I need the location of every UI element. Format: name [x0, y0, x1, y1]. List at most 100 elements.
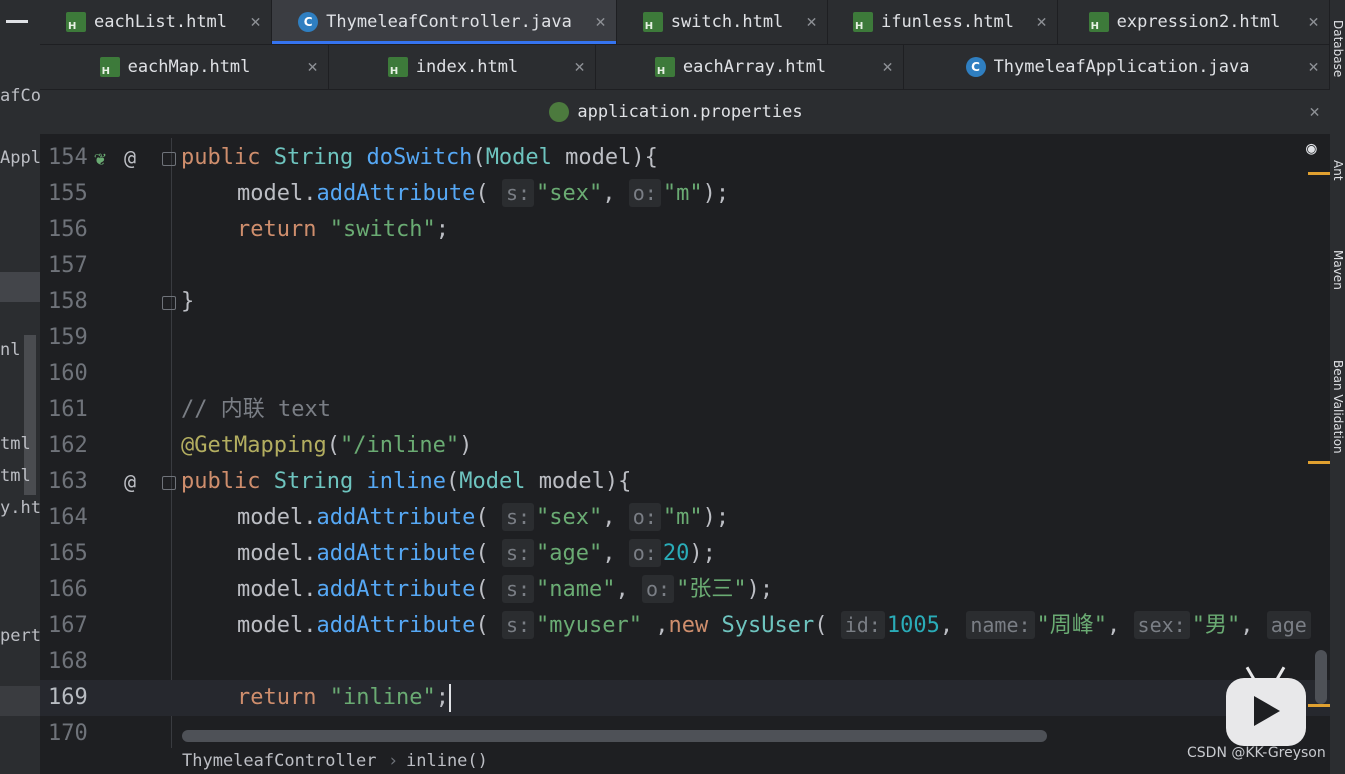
line-number: 170 [48, 721, 88, 746]
close-icon[interactable]: × [595, 12, 606, 33]
line-number: 169 [48, 685, 88, 710]
html-file-icon [65, 12, 86, 32]
current-code-line[interactable]: 169 return "inline"; [40, 680, 1330, 716]
close-icon[interactable]: × [250, 12, 261, 33]
vertical-scrollbar[interactable] [1315, 650, 1327, 704]
breadcrumb-separator: › [388, 751, 399, 771]
line-number: 162 [48, 433, 88, 458]
param-hint: o: [628, 503, 661, 531]
tab-thymeleafcontroller[interactable]: C ThymeleafController.java × [272, 0, 617, 44]
line-number: 155 [48, 181, 88, 206]
fold-icon[interactable] [162, 152, 176, 166]
tool-window-database[interactable]: Database [1330, 20, 1345, 77]
right-tool-window-strip: Database Ant Maven Bean Validation [1330, 0, 1345, 774]
code-line[interactable]: 164 model.addAttribute( s: "sex", o: "m"); [40, 500, 1330, 536]
project-tree-item[interactable]: y.htm [0, 498, 40, 518]
code-line[interactable]: 167 model.addAttribute( s: "myuser" ,new … [40, 608, 1330, 644]
close-icon[interactable]: × [806, 12, 817, 33]
close-icon[interactable]: × [1309, 102, 1320, 123]
close-icon[interactable]: × [882, 57, 893, 78]
param-hint: s: [501, 503, 535, 531]
close-icon[interactable]: × [574, 57, 585, 78]
reader-mode-eye-icon[interactable]: ◉ [1306, 138, 1317, 159]
tab-index[interactable]: index.html × [329, 45, 596, 89]
menu-icon[interactable] [6, 20, 28, 23]
code-line[interactable]: 162 @GetMapping("/inline") [40, 428, 1330, 464]
spring-app-icon: C [965, 57, 986, 77]
code-line[interactable]: 163 @ public String inline(Model model){ [40, 464, 1330, 500]
html-file-icon [387, 57, 408, 77]
close-icon[interactable]: × [1036, 12, 1047, 33]
close-icon[interactable]: × [1308, 12, 1319, 33]
project-tree-item[interactable]: afCo [0, 86, 40, 106]
code-line[interactable]: 168 [40, 644, 1330, 680]
code-line[interactable]: 154 ❦ @ public String doSwitch(Model mod… [40, 140, 1330, 176]
tab-label: eachMap.html [127, 57, 251, 77]
code-line[interactable]: 165 model.addAttribute( s: "age", o: 20); [40, 536, 1330, 572]
code-line[interactable]: 161 // 内联 text [40, 392, 1330, 428]
code-line[interactable]: 155 model.addAttribute( s: "sex", o: "m"); [40, 176, 1330, 212]
project-tree-highlight-row[interactable] [0, 686, 40, 716]
warning-marker[interactable] [1308, 461, 1330, 464]
tab-eachlist[interactable]: eachList.html × [40, 0, 272, 44]
code-text: model.addAttribute( s: "sex", o: "m"); [237, 503, 730, 531]
fold-icon[interactable] [162, 296, 176, 310]
text-caret [448, 684, 451, 712]
tab-switch[interactable]: switch.html × [617, 0, 828, 44]
java-class-icon: C [298, 12, 319, 32]
code-editor[interactable]: 154 ❦ @ public String doSwitch(Model mod… [40, 138, 1330, 748]
fold-icon[interactable] [162, 476, 176, 490]
tab-label: eachArray.html [682, 57, 827, 77]
param-hint: o: [628, 539, 661, 567]
project-tree-item[interactable]: pert [0, 626, 40, 646]
project-panel-strip[interactable]: afCo Appli nl tml tml y.htm pert [0, 0, 40, 774]
code-line[interactable]: 159 [40, 320, 1330, 356]
param-hint: o: [642, 575, 675, 603]
param-hint: o: [628, 179, 661, 207]
breadcrumb-method[interactable]: inline() [406, 748, 488, 774]
horizontal-scrollbar[interactable] [182, 730, 1047, 742]
code-line[interactable]: 157 [40, 248, 1330, 284]
code-line[interactable]: 160 [40, 356, 1330, 392]
watermark: CSDN @KK-Greyson [1187, 745, 1326, 761]
code-line[interactable]: 166 model.addAttribute( s: "name", o: "张三"… [40, 572, 1330, 608]
project-tree-item[interactable]: Appli [0, 148, 40, 168]
line-number: 158 [48, 289, 88, 314]
code-comment: // 内联 text [181, 397, 331, 422]
editor-tab-bar: eachList.html × C ThymeleafController.ja… [40, 0, 1330, 135]
play-icon [1254, 696, 1280, 726]
close-icon[interactable]: × [307, 57, 318, 78]
tab-thymeleafapplication[interactable]: C ThymeleafApplication.java × [904, 45, 1330, 89]
warning-marker[interactable] [1308, 704, 1330, 707]
warning-marker[interactable] [1308, 172, 1330, 175]
tool-window-ant[interactable]: Ant [1330, 160, 1345, 181]
project-tree-item[interactable]: tml [0, 434, 31, 454]
tab-eachmap[interactable]: eachMap.html × [40, 45, 329, 89]
spring-bean-icon[interactable]: ❦ [94, 140, 106, 176]
code-line[interactable]: 158 } [40, 284, 1330, 320]
tab-application-properties[interactable]: application.properties × [40, 90, 1330, 134]
param-hint: sex: [1133, 611, 1190, 639]
project-tree-item[interactable]: tml [0, 466, 31, 486]
close-icon[interactable]: × [1308, 57, 1319, 78]
line-number: 156 [48, 217, 88, 242]
tab-label: ThymeleafController.java [326, 12, 572, 32]
tab-expression2[interactable]: expression2.html × [1058, 0, 1330, 44]
param-hint: age [1266, 611, 1311, 639]
annotation-gutter-icon[interactable]: @ [124, 140, 136, 176]
tab-eacharray[interactable]: eachArray.html × [596, 45, 904, 89]
line-number: 164 [48, 505, 88, 530]
tab-row-3: application.properties × [40, 90, 1330, 135]
breadcrumb-class[interactable]: ThymeleafController [182, 748, 376, 774]
tab-ifunless[interactable]: ifunless.html × [828, 0, 1058, 44]
tab-label: application.properties [577, 102, 803, 122]
tab-label: eachList.html [93, 12, 228, 32]
project-tree-item[interactable]: nl [0, 340, 20, 360]
annotation-gutter-icon[interactable]: @ [124, 464, 136, 500]
html-file-icon [642, 12, 663, 32]
param-hint: name: [966, 611, 1035, 639]
code-line[interactable]: 156 return "switch"; [40, 212, 1330, 248]
project-tree-selected-row[interactable] [0, 272, 40, 302]
tool-window-maven[interactable]: Maven [1330, 250, 1345, 290]
tool-window-bean-validation[interactable]: Bean Validation [1330, 360, 1345, 454]
